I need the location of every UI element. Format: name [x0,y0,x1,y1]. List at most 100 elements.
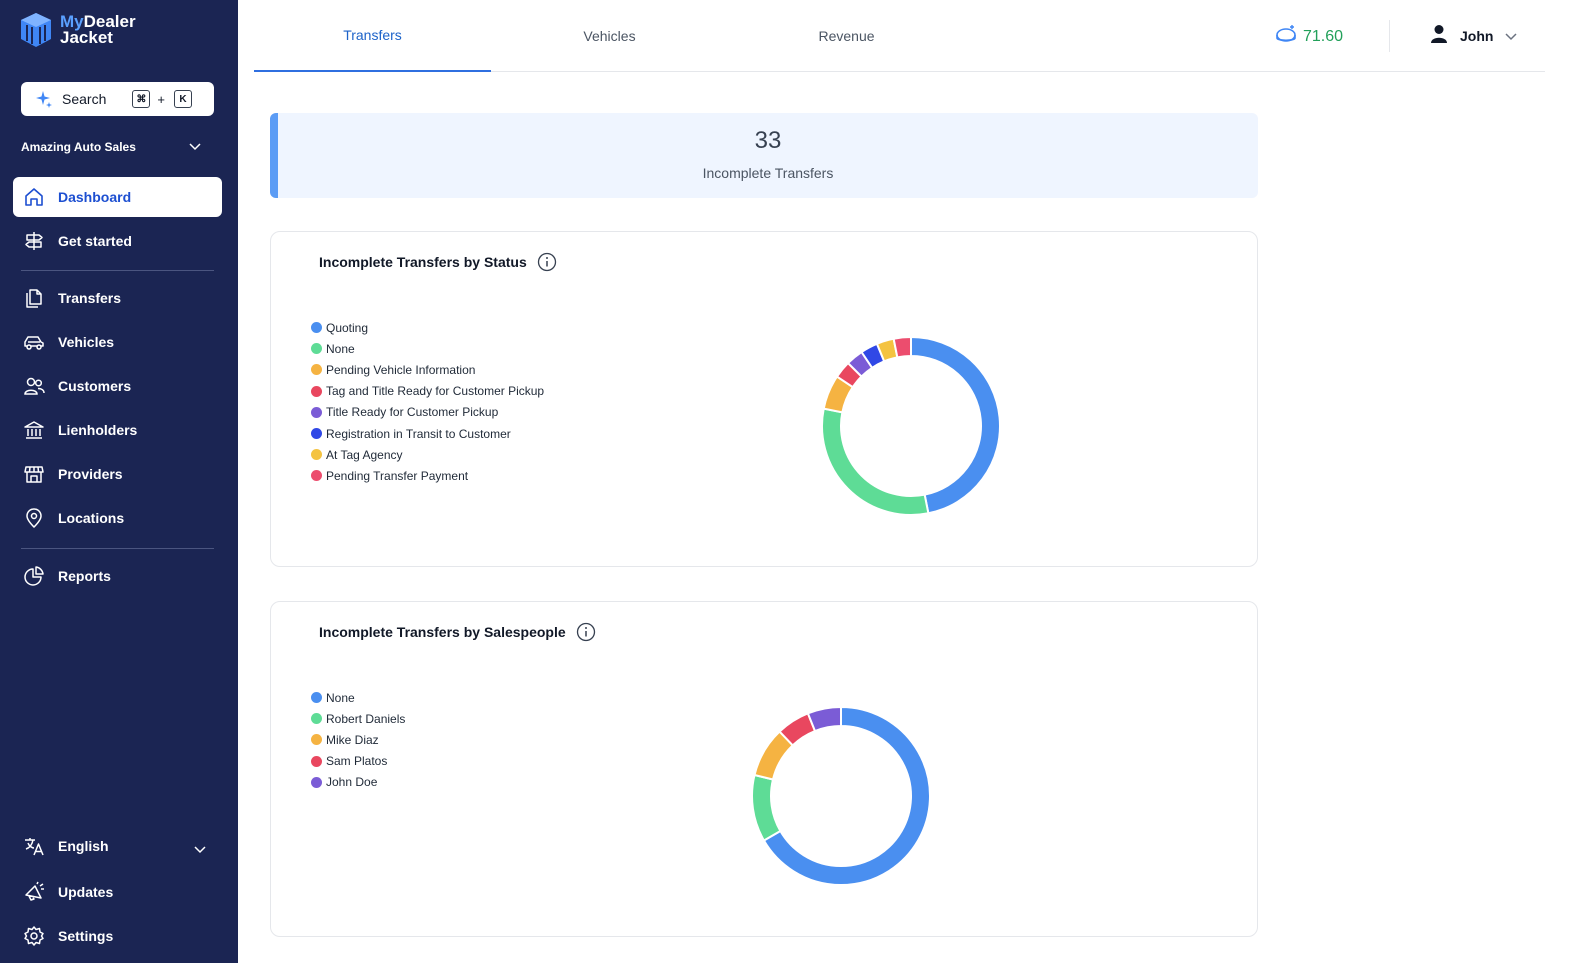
storefront-icon [23,463,45,485]
sidebar-item-label: Updates [58,884,114,900]
incomplete-transfers-kpi[interactable]: 33 Incomplete Transfers [270,113,1258,198]
pie-chart-icon [23,565,45,587]
plus-sign: + [157,91,165,107]
legend-label: Pending Vehicle Information [326,362,476,377]
legend-label: Robert Daniels [326,711,406,726]
legend-item[interactable]: John Doe [311,772,405,793]
sidebar-item-vehicles[interactable]: Vehicles [13,322,222,362]
legend-item[interactable]: Robert Daniels [311,708,405,729]
donut-slice[interactable] [821,407,930,516]
legend-label: Pending Transfer Payment [326,468,469,483]
translate-icon [23,835,45,857]
map-pin-icon [23,507,45,529]
donut-slice[interactable] [751,773,782,842]
legend-item[interactable]: Registration in Transit to Customer [311,423,544,444]
sidebar-item-get-started[interactable]: Get started [13,221,222,261]
cmd-key: ⌘ [132,90,151,108]
card-title: Incomplete Transfers by Status [319,252,557,272]
donut-slice[interactable] [892,335,912,359]
sidebar-item-locations[interactable]: Locations [13,498,222,538]
sidebar-item-updates[interactable]: Updates [13,872,222,912]
sidebar: MyDealer Jacket Search ⌘ + K Amazing Aut… [0,0,238,963]
sparkle-icon [35,90,53,108]
legend-label: Quoting [326,320,369,335]
brand-name: MyDealer Jacket [60,12,136,47]
megaphone-icon [23,881,45,903]
k-key: K [173,90,192,108]
sidebar-item-reports[interactable]: Reports [13,556,222,596]
organization-selector[interactable]: Amazing Auto Sales [21,140,201,154]
language-selector[interactable]: English [13,826,214,866]
car-icon [23,331,45,353]
brand-logo[interactable]: MyDealer Jacket [20,12,136,48]
info-icon[interactable] [576,622,596,642]
legend-label: None [326,341,355,356]
legend-item[interactable]: Sam Platos [311,751,405,772]
sidebar-item-label: Reports [58,568,111,584]
kpi-label: Incomplete Transfers [702,165,834,181]
legend-item[interactable]: At Tag Agency [311,444,544,465]
legend-swatch [311,406,322,418]
info-icon[interactable] [537,252,557,272]
sidebar-item-settings[interactable]: Settings [13,916,222,956]
sidebar-divider [21,270,214,271]
legend-item[interactable]: None [311,687,405,708]
sidebar-item-customers[interactable]: Customers [13,366,222,406]
chart-legend: Quoting None Pending Vehicle Information Ta… [311,317,544,487]
legend-swatch [311,428,322,440]
legend-item[interactable]: Pending Transfer Payment [311,465,544,486]
legend-item[interactable]: Tag and Title Ready for Customer Pickup [311,381,544,402]
legend-swatch [311,776,322,788]
header-divider [1389,20,1390,52]
kpi-value: 33 [754,127,782,154]
coin-icon [1275,24,1297,49]
sidebar-item-lienholders[interactable]: Lienholders [13,410,222,450]
donut-slice[interactable] [806,705,842,733]
sidebar-item-label: Customers [58,378,132,394]
legend-swatch [311,755,322,767]
legend-swatch [311,343,322,355]
organization-name: Amazing Auto Sales [21,140,136,154]
legend-swatch [311,713,322,725]
legend-label: None [326,690,355,705]
documents-icon [23,287,45,309]
users-icon [23,375,45,397]
sidebar-item-providers[interactable]: Providers [13,454,222,494]
legend-swatch [311,449,322,461]
legend-item[interactable]: Pending Vehicle Information [311,359,544,380]
credit-score[interactable]: 71.60 [1275,24,1343,49]
legend-swatch [311,322,322,334]
tab-transfers[interactable]: Transfers [254,0,491,72]
chevron-down-icon [194,841,206,857]
legend-item[interactable]: Quoting [311,317,544,338]
donut-slice[interactable] [910,335,1001,515]
legend-item[interactable]: Mike Diaz [311,729,405,750]
legend-swatch [311,692,322,704]
home-icon [23,186,45,208]
status-donut-chart[interactable] [820,335,1002,517]
sidebar-item-label: Transfers [58,290,122,306]
user-name: John [1460,27,1494,44]
sidebar-item-label: Get started [58,233,132,249]
legend-label: At Tag Agency [326,447,403,462]
sidebar-item-label: Locations [58,510,125,526]
legend-item[interactable]: Title Ready for Customer Pickup [311,402,544,423]
search-button[interactable]: Search ⌘ + K [21,82,214,116]
legend-label: Mike Diaz [326,732,379,747]
sidebar-item-dashboard[interactable]: Dashboard [13,177,222,217]
legend-label: Tag and Title Ready for Customer Pickup [326,384,545,399]
card-title: Incomplete Transfers by Salespeople [319,622,596,642]
salespeople-donut-chart[interactable] [750,705,932,887]
legend-swatch [311,470,322,482]
legend-swatch [311,364,322,376]
top-bar: Transfers Vehicles Revenue 71.60 John [254,0,1545,72]
sidebar-item-label: Vehicles [58,334,115,350]
logo-icon [20,12,52,48]
tab-revenue[interactable]: Revenue [728,0,965,72]
user-menu[interactable]: John [1430,24,1517,47]
sidebar-item-transfers[interactable]: Transfers [13,278,222,318]
gear-icon [23,925,45,947]
legend-item[interactable]: None [311,338,544,359]
tab-vehicles[interactable]: Vehicles [491,0,728,72]
search-label: Search [62,91,107,107]
